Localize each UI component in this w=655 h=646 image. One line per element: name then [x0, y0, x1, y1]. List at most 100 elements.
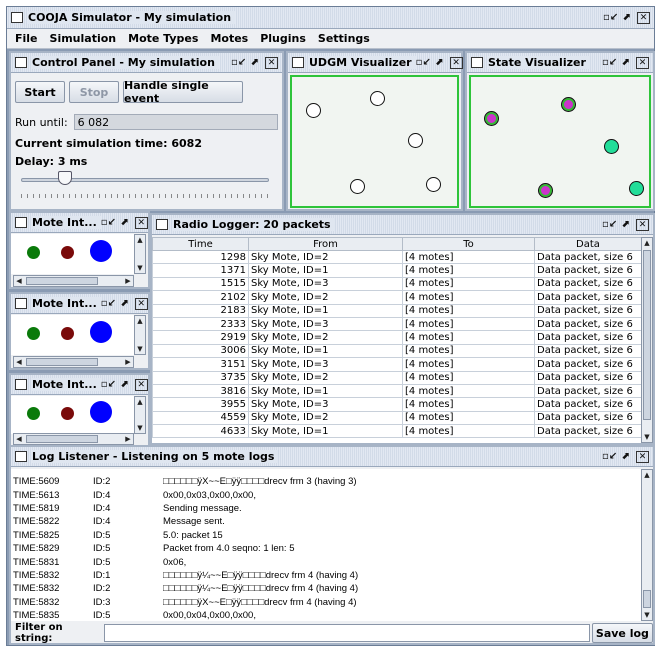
minimize-icon[interactable]: ▫↙	[101, 298, 116, 310]
close-icon[interactable]: ✕	[134, 216, 148, 229]
vertical-scrollbar[interactable]: ▲ ▼	[134, 396, 146, 434]
minimize-icon[interactable]: ▫↙	[101, 379, 116, 391]
log-id: ID:4	[93, 502, 111, 514]
horizontal-scrollbar[interactable]: ◀ ▶	[13, 275, 134, 287]
horizontal-scrollbar[interactable]: ◀ ▶	[13, 433, 134, 445]
minimize-icon[interactable]: ▫↙	[603, 12, 618, 24]
vertical-scrollbar[interactable]: ▲ ▼	[134, 234, 146, 274]
menu-plugins[interactable]: Plugins	[254, 32, 312, 45]
cell-time: 3955	[152, 397, 249, 412]
log-scrollbar[interactable]: ▲ ▼	[641, 469, 653, 621]
udgm-mote[interactable]	[370, 91, 385, 106]
minimize-icon[interactable]: ▫↙	[602, 57, 617, 69]
close-icon[interactable]: ✕	[134, 297, 148, 310]
table-row[interactable]: 2183 Sky Mote, ID=1 [4 motes] Data packet, …	[152, 303, 641, 318]
state-mote[interactable]	[629, 181, 644, 196]
close-icon[interactable]: ✕	[636, 450, 649, 463]
log-message: 0x00,0x04,0x00,0x00,	[163, 610, 256, 621]
filter-input[interactable]	[104, 624, 590, 642]
handle-single-event-button[interactable]: Handle single event	[123, 79, 243, 105]
table-row[interactable]: 1371 Sky Mote, ID=1 [4 motes] Data packet, …	[152, 263, 641, 278]
table-row[interactable]: 3955 Sky Mote, ID=3 [4 motes] Data packet, …	[152, 397, 641, 412]
delay-slider-thumb[interactable]	[58, 171, 73, 185]
state-mote[interactable]	[604, 139, 619, 154]
menu-settings[interactable]: Settings	[312, 32, 376, 45]
run-until-field[interactable]: 6 082	[73, 114, 278, 130]
log-row: TIME:5832 ID:2 □□□□□□ÿ¼~~E□ÿÿ□□□□drecv frm…	[11, 582, 641, 595]
minimize-icon[interactable]: ▫↙	[602, 219, 617, 231]
menu-file[interactable]: File	[9, 32, 44, 45]
cell-from: Sky Mote, ID=2	[248, 290, 403, 305]
udgm-mote[interactable]	[350, 179, 365, 194]
column-header-from[interactable]: From	[248, 237, 403, 251]
close-icon[interactable]: ✕	[134, 378, 148, 391]
maximize-icon[interactable]: ⬈	[118, 217, 131, 229]
maximize-icon[interactable]: ⬈	[619, 57, 632, 69]
menu-mote-types[interactable]: Mote Types	[122, 32, 204, 45]
close-icon[interactable]: ✕	[265, 56, 278, 69]
minimize-icon[interactable]: ▫↙	[101, 217, 116, 229]
state-canvas[interactable]	[469, 75, 651, 208]
state-mote[interactable]	[538, 183, 553, 198]
udgm-mote[interactable]	[306, 103, 321, 118]
maximize-icon[interactable]: ⬈	[619, 451, 632, 463]
cell-data: Data packet, size 6	[534, 330, 641, 345]
maximize-icon[interactable]: ⬈	[433, 57, 446, 69]
table-row[interactable]: 2333 Sky Mote, ID=3 [4 motes] Data packet, …	[152, 316, 641, 332]
delay-slider[interactable]	[21, 171, 269, 191]
menu-motes[interactable]: Motes	[204, 32, 254, 45]
menu-simulation[interactable]: Simulation	[44, 32, 123, 45]
minimize-icon[interactable]: ▫↙	[602, 451, 617, 463]
table-row[interactable]: 4633 Sky Mote, ID=1 [4 motes] Data packet, …	[152, 424, 641, 439]
column-header-data[interactable]: Data	[534, 237, 641, 251]
table-row[interactable]: 2919 Sky Mote, ID=2 [4 motes] Data packet, …	[152, 330, 641, 345]
state-mote[interactable]	[561, 97, 576, 112]
cell-to: [4 motes]	[402, 370, 535, 385]
table-row[interactable]: 2102 Sky Mote, ID=2 [4 motes] Data packet, …	[152, 290, 641, 305]
cell-data: Data packet, size 6	[534, 290, 641, 305]
horizontal-scrollbar[interactable]: ◀ ▶	[13, 356, 134, 368]
column-header-time[interactable]: Time	[152, 237, 249, 251]
state-mote[interactable]	[484, 111, 499, 126]
close-icon[interactable]: ✕	[637, 11, 650, 24]
cell-from: Sky Mote, ID=1	[248, 424, 403, 439]
column-header-to[interactable]: To	[402, 237, 535, 251]
close-icon[interactable]: ✕	[636, 218, 649, 231]
control-panel-title: Control Panel - My simulation	[32, 56, 219, 69]
table-row[interactable]: 1515 Sky Mote, ID=3 [4 motes] Data packet, …	[152, 276, 641, 292]
save-log-button[interactable]: Save log	[591, 623, 653, 643]
maximize-icon[interactable]: ⬈	[620, 12, 633, 24]
log-message: 0x00,0x03,0x00,0x00,	[163, 489, 256, 501]
maximize-icon[interactable]: ⬈	[248, 57, 261, 69]
table-row[interactable]: 3151 Sky Mote, ID=3 [4 motes] Data packet, …	[152, 357, 641, 372]
udgm-mote[interactable]	[426, 177, 441, 192]
table-row[interactable]: 3735 Sky Mote, ID=2 [4 motes] Data packet, …	[152, 370, 641, 385]
window-icon	[15, 57, 27, 68]
table-row[interactable]: 3816 Sky Mote, ID=1 [4 motes] Data packet, …	[152, 383, 641, 399]
stop-button[interactable]: Stop	[69, 81, 119, 103]
close-icon[interactable]: ✕	[449, 56, 463, 69]
maximize-icon[interactable]: ⬈	[118, 298, 131, 310]
table-row[interactable]: 4559 Sky Mote, ID=2 [4 motes] Data packet, …	[152, 410, 641, 426]
minimize-icon[interactable]: ▫↙	[416, 57, 431, 69]
udgm-canvas[interactable]	[290, 75, 459, 208]
close-icon[interactable]: ✕	[636, 56, 649, 69]
cell-data: Data packet, size 6	[534, 316, 641, 332]
cell-time: 3006	[152, 343, 249, 359]
log-time: TIME:5609	[13, 476, 60, 488]
cell-data: Data packet, size 6	[534, 370, 641, 385]
maximize-icon[interactable]: ⬈	[619, 219, 632, 231]
table-row[interactable]: 3006 Sky Mote, ID=1 [4 motes] Data packet, …	[152, 343, 641, 359]
table-row[interactable]: 1298 Sky Mote, ID=2 [4 motes] Data packet, …	[152, 249, 641, 265]
maximize-icon[interactable]: ⬈	[118, 379, 131, 391]
log-row: TIME:5831 ID:5 0x06,	[11, 555, 641, 568]
window-icon	[11, 12, 23, 23]
start-button[interactable]: Start	[15, 81, 65, 103]
log-message: Packet from 4.0 seqno: 1 len: 5	[163, 543, 295, 555]
minimize-icon[interactable]: ▫↙	[231, 57, 246, 69]
radio-logger-scrollbar[interactable]: ▲ ▼	[641, 237, 653, 443]
vertical-scrollbar[interactable]: ▲ ▼	[134, 315, 146, 355]
cell-from: Sky Mote, ID=2	[248, 370, 403, 385]
udgm-mote[interactable]	[408, 133, 423, 148]
log-time: TIME:5613	[13, 489, 60, 501]
